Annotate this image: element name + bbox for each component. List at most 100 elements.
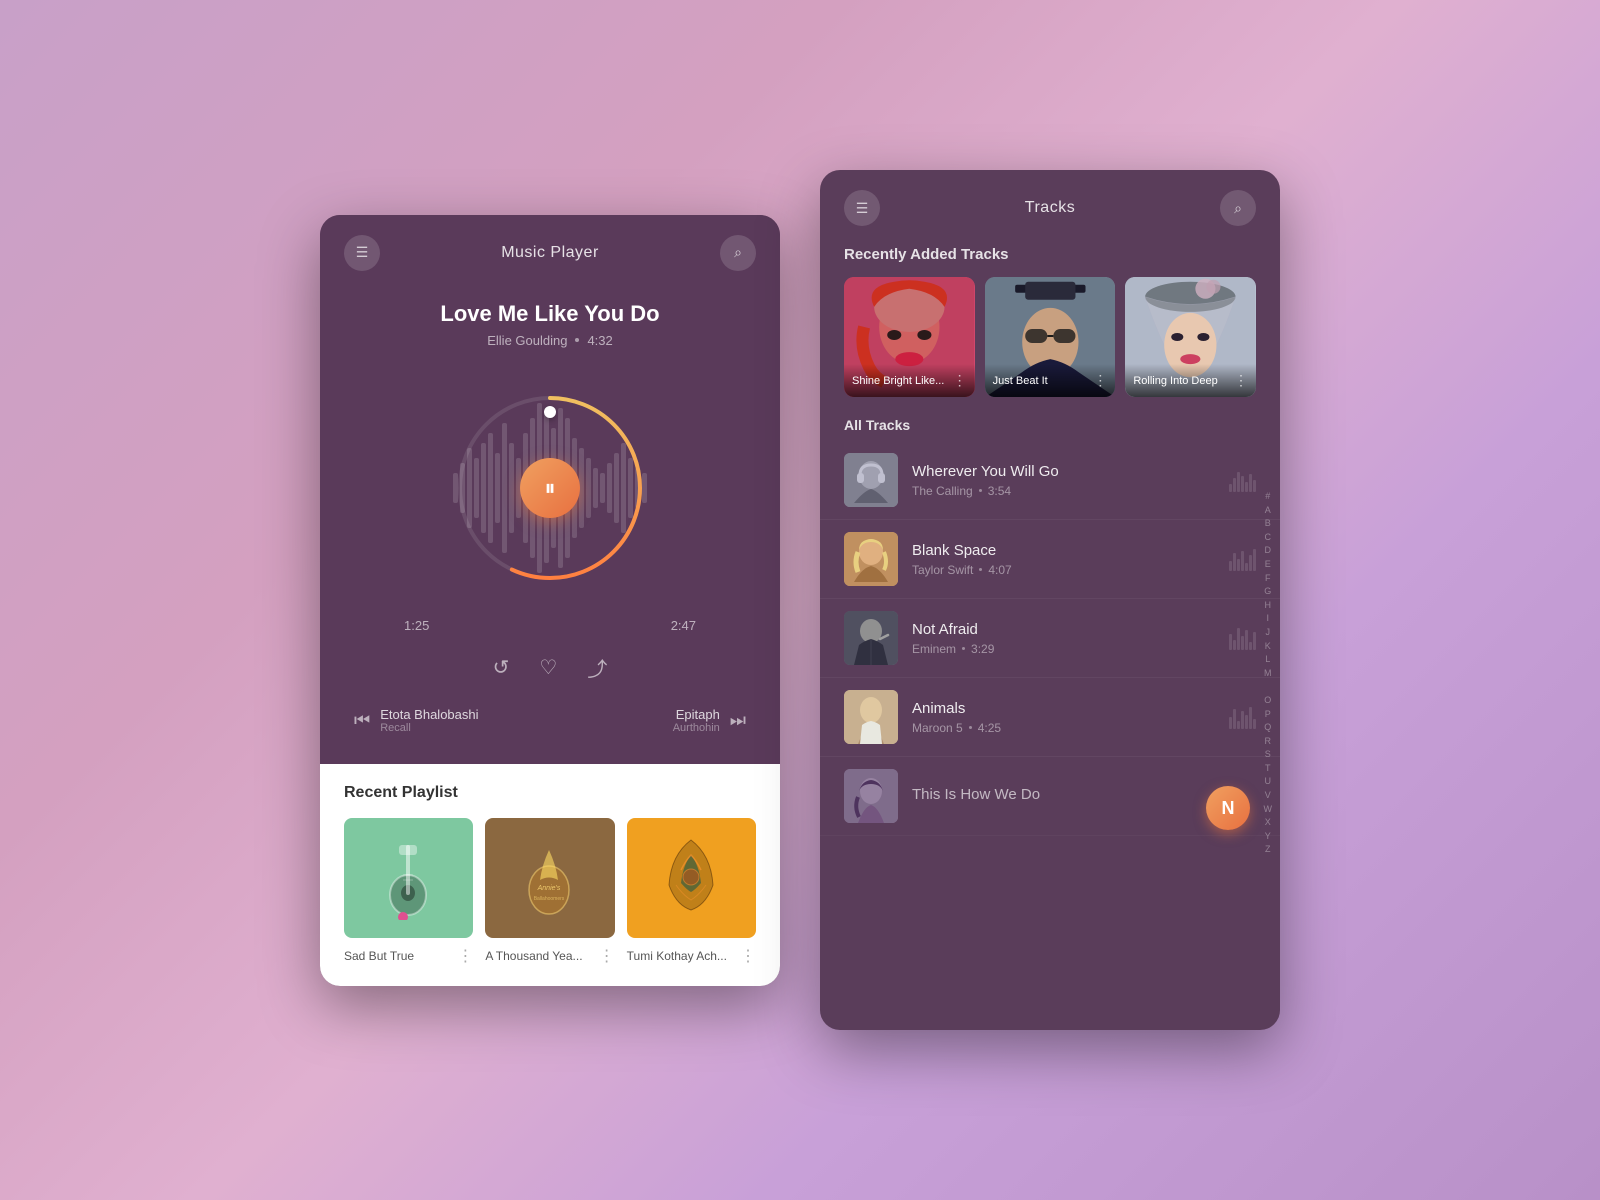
alpha-g[interactable]: G [1264, 585, 1273, 598]
recent-card-menu-3[interactable]: ⋮ [1234, 372, 1248, 389]
heart-button[interactable]: ♡ [539, 653, 557, 682]
alpha-v[interactable]: V [1264, 789, 1273, 802]
alpha-d[interactable]: D [1264, 545, 1273, 558]
meq-bar [1233, 640, 1236, 650]
playlist-menu-2[interactable]: ⋮ [599, 946, 615, 966]
meq-bar [1241, 476, 1244, 492]
blank-space-name: Blank Space [912, 542, 1219, 559]
alpha-j[interactable]: J [1264, 626, 1273, 639]
track-item-blank-space[interactable]: Blank Space Taylor Swift 4:07 [820, 520, 1280, 599]
track-artist-duration: Ellie Goulding 4:32 [344, 333, 756, 348]
n-bubble[interactable]: N [1206, 786, 1250, 830]
prev-track-name: Etota Bhalobashi [380, 707, 478, 722]
playlist-section: Recent Playlist Sad But Tr [320, 764, 780, 986]
meq-bar [1237, 628, 1240, 650]
alpha-x[interactable]: X [1264, 816, 1273, 829]
track-item-wherever[interactable]: Wherever You Will Go The Calling 3:54 [820, 441, 1280, 520]
not-afraid-name: Not Afraid [912, 621, 1219, 638]
player-visual: ⏸ [344, 368, 756, 608]
tracks-search-button[interactable]: ⌕ [1220, 190, 1256, 226]
mini-equalizer-wherever [1229, 468, 1256, 492]
alpha-e[interactable]: E [1264, 558, 1273, 571]
blank-space-artist: Taylor Swift [912, 563, 973, 577]
track-thumb-wherever [844, 453, 898, 507]
playlist-menu-1[interactable]: ⋮ [457, 946, 473, 966]
svg-text:Ballahoomers: Ballahoomers [534, 896, 565, 902]
this-is-how-details: This Is How We Do [912, 786, 1256, 807]
pause-button[interactable]: ⏸ [520, 458, 580, 518]
next-button[interactable]: ⏭ [730, 710, 746, 731]
meq-bar [1245, 482, 1248, 492]
track-thumb-this [844, 769, 898, 823]
tracks-title: Tracks [1025, 199, 1075, 217]
blank-space-details: Blank Space Taylor Swift 4:07 [912, 542, 1219, 577]
alpha-h[interactable]: H [1264, 599, 1273, 612]
alpha-l[interactable]: L [1264, 653, 1273, 666]
alpha-n[interactable]: N [1264, 681, 1273, 694]
alpha-hash[interactable]: # [1264, 490, 1273, 503]
meq-bar [1241, 711, 1244, 729]
recent-card-overlay-1: Shine Bright Like... ⋮ [844, 364, 975, 397]
not-afraid-duration: 3:29 [971, 642, 994, 656]
alpha-k[interactable]: K [1264, 640, 1273, 653]
tracks-menu-button[interactable]: ☰ [844, 190, 880, 226]
alpha-t[interactable]: T [1264, 762, 1273, 775]
animals-meta: Maroon 5 4:25 [912, 721, 1219, 735]
playlist-card-3[interactable]: Tumi Kothay Ach... ⋮ [627, 818, 756, 966]
track-thumb-animals [844, 690, 898, 744]
alpha-s[interactable]: S [1264, 748, 1273, 761]
alpha-m[interactable]: M [1264, 667, 1273, 680]
playlist-menu-3[interactable]: ⋮ [740, 946, 756, 966]
track-item-animals[interactable]: Animals Maroon 5 4:25 [820, 678, 1280, 757]
alpha-a[interactable]: A [1264, 504, 1273, 517]
alpha-i[interactable]: I [1264, 613, 1273, 626]
recent-card-rihanna[interactable]: Shine Bright Like... ⋮ [844, 277, 975, 397]
thousand-years-icon: Annie's Ballahoomers [522, 835, 577, 920]
wherever-thumbnail [844, 453, 898, 507]
search-button[interactable]: ⌕ [720, 235, 756, 271]
alpha-w[interactable]: W [1264, 803, 1273, 816]
svg-text:Annie's: Annie's [537, 885, 561, 892]
track-item-not-afraid[interactable]: Not Afraid Eminem 3:29 [820, 599, 1280, 678]
meq-bar [1245, 563, 1248, 571]
meq-bar [1229, 561, 1232, 571]
alpha-o[interactable]: O [1264, 694, 1273, 707]
playlist-card-1[interactable]: Sad But True ⋮ [344, 818, 473, 966]
blank-space-duration: 4:07 [988, 563, 1011, 577]
prev-button[interactable]: ⏮ [354, 710, 370, 731]
playlist-card-2[interactable]: Annie's Ballahoomers A Thousand Yea... ⋮ [485, 818, 614, 966]
recent-card-menu-1[interactable]: ⋮ [953, 372, 967, 389]
meq-bar [1233, 709, 1236, 729]
not-afraid-details: Not Afraid Eminem 3:29 [912, 621, 1219, 656]
alpha-b[interactable]: B [1264, 517, 1273, 530]
not-afraid-meta: Eminem 3:29 [912, 642, 1219, 656]
wherever-name: Wherever You Will Go [912, 463, 1219, 480]
meq-bar [1229, 717, 1232, 729]
menu-button[interactable]: ☰ [344, 235, 380, 271]
separator-dot [575, 338, 579, 342]
alpha-r[interactable]: R [1264, 735, 1273, 748]
alpha-z[interactable]: Z [1264, 844, 1273, 857]
recent-card-michael[interactable]: Just Beat It ⋮ [985, 277, 1116, 397]
playlist-thumb-thousand: Annie's Ballahoomers [485, 818, 614, 938]
meta-dot [979, 489, 982, 492]
alpha-c[interactable]: C [1264, 531, 1273, 544]
repeat-button[interactable]: ↺ [493, 653, 510, 682]
next-track: Epitaph Aurthohin ⏭ [673, 707, 746, 734]
recent-card-cher[interactable]: Rolling Into Deep ⋮ [1125, 277, 1256, 397]
alpha-f[interactable]: F [1264, 572, 1273, 585]
share-button[interactable]: ⤴ [587, 653, 607, 682]
alpha-p[interactable]: P [1264, 708, 1273, 721]
next-track-album: Aurthohin [673, 722, 720, 734]
recent-card-name-3: Rolling Into Deep [1133, 375, 1217, 387]
alpha-u[interactable]: U [1264, 776, 1273, 789]
animals-name: Animals [912, 700, 1219, 717]
playlist-card-info-2: A Thousand Yea... ⋮ [485, 946, 614, 966]
recent-card-menu-2[interactable]: ⋮ [1093, 372, 1107, 389]
alpha-y[interactable]: Y [1264, 830, 1273, 843]
alpha-q[interactable]: Q [1264, 721, 1273, 734]
track-thumb-notafraid [844, 611, 898, 665]
player-title: Music Player [501, 244, 599, 262]
playlist-thumb-sad [344, 818, 473, 938]
circle-progress-player: ⏸ [450, 388, 650, 588]
